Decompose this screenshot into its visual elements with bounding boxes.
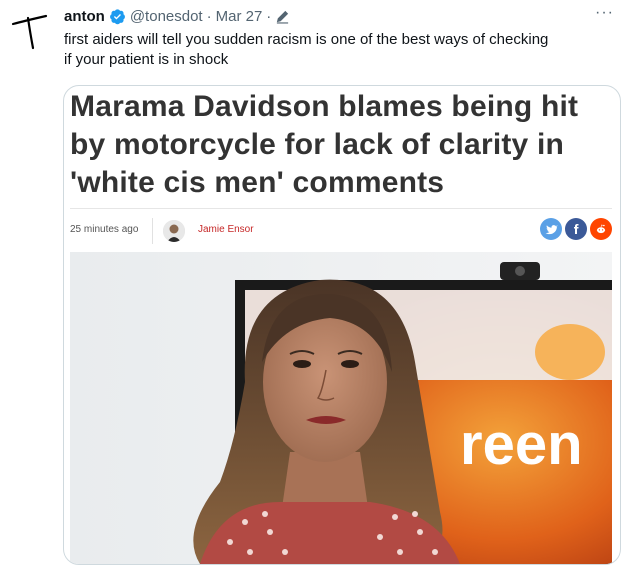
- more-options-icon[interactable]: ···: [595, 4, 614, 22]
- tweet-text: first aiders will tell you sudden racism…: [64, 30, 624, 70]
- divider: [70, 208, 612, 209]
- headline-line: Marama Davidson blames being hit: [70, 90, 579, 123]
- time-ago: 25 minutes ago: [70, 224, 139, 235]
- separator: ·: [266, 7, 272, 25]
- article-meta: 25 minutes ago Jamie Ensor: [70, 218, 612, 244]
- author-avatar: [163, 220, 185, 242]
- separator: ·: [206, 7, 212, 25]
- display-name[interactable]: anton: [64, 8, 105, 25]
- facebook-share-icon: [565, 218, 587, 240]
- headline-line: 'white cis men' comments: [70, 166, 445, 199]
- tweet-date[interactable]: Mar 27: [216, 8, 263, 25]
- edited-pencil-icon[interactable]: [275, 9, 290, 24]
- tweet-text-line: if your patient is in shock: [64, 51, 229, 68]
- article-headline: Marama Davidson blames being hit by moto…: [70, 88, 610, 202]
- news-screenshot-card[interactable]: Marama Davidson blames being hit by moto…: [63, 85, 621, 565]
- cross-avatar-icon: [11, 14, 48, 50]
- verified-badge-icon: [109, 8, 126, 25]
- article-photo: reen: [70, 252, 612, 564]
- tweet-text-line: first aiders will tell you sudden racism…: [64, 31, 549, 48]
- background-sign-text: reen: [460, 412, 583, 477]
- divider: [152, 218, 153, 244]
- reddit-share-icon: [590, 218, 612, 240]
- author-name: Jamie Ensor: [198, 224, 254, 235]
- twitter-share-icon: [540, 218, 562, 240]
- handle[interactable]: @tonesdot: [130, 8, 203, 25]
- avatar[interactable]: [6, 8, 50, 52]
- tweet-header: anton @tonesdot · Mar 27 · ···: [64, 4, 614, 26]
- headline-line: by motorcycle for lack of clarity in: [70, 128, 565, 161]
- share-buttons: [540, 218, 612, 240]
